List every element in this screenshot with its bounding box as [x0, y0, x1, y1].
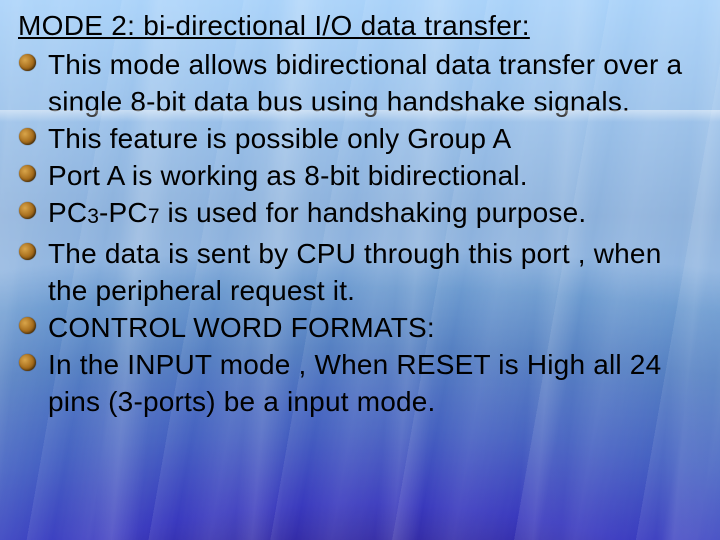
list-item: The data is sent by CPU through this por…: [18, 235, 702, 309]
slide: MODE 2: bi-directional I/O data transfer…: [0, 0, 720, 540]
list-item: This mode allows bidirectional data tran…: [18, 46, 702, 120]
bullet-text: This feature is possible only Group A: [48, 123, 511, 154]
list-item: Port A is working as 8-bit bidirectional…: [18, 157, 702, 194]
list-item: In the INPUT mode , When RESET is High a…: [18, 346, 702, 420]
bullet-text: The data is sent by CPU through this por…: [48, 238, 661, 306]
bullet-text: PC3-PC7 is used for handshaking purpose.: [48, 197, 586, 228]
list-item: PC3-PC7 is used for handshaking purpose.: [18, 194, 702, 235]
bullet-text: In the INPUT mode , When RESET is High a…: [48, 349, 661, 417]
slide-content: MODE 2: bi-directional I/O data transfer…: [0, 0, 720, 420]
list-item: This feature is possible only Group A: [18, 120, 702, 157]
bullet-text: Port A is working as 8-bit bidirectional…: [48, 160, 528, 191]
bullet-list: This mode allows bidirectional data tran…: [18, 46, 702, 420]
list-item: CONTROL WORD FORMATS:: [18, 309, 702, 346]
bullet-text: This mode allows bidirectional data tran…: [48, 49, 682, 117]
slide-heading: MODE 2: bi-directional I/O data transfer…: [18, 8, 702, 44]
bullet-text: CONTROL WORD FORMATS:: [48, 312, 435, 343]
